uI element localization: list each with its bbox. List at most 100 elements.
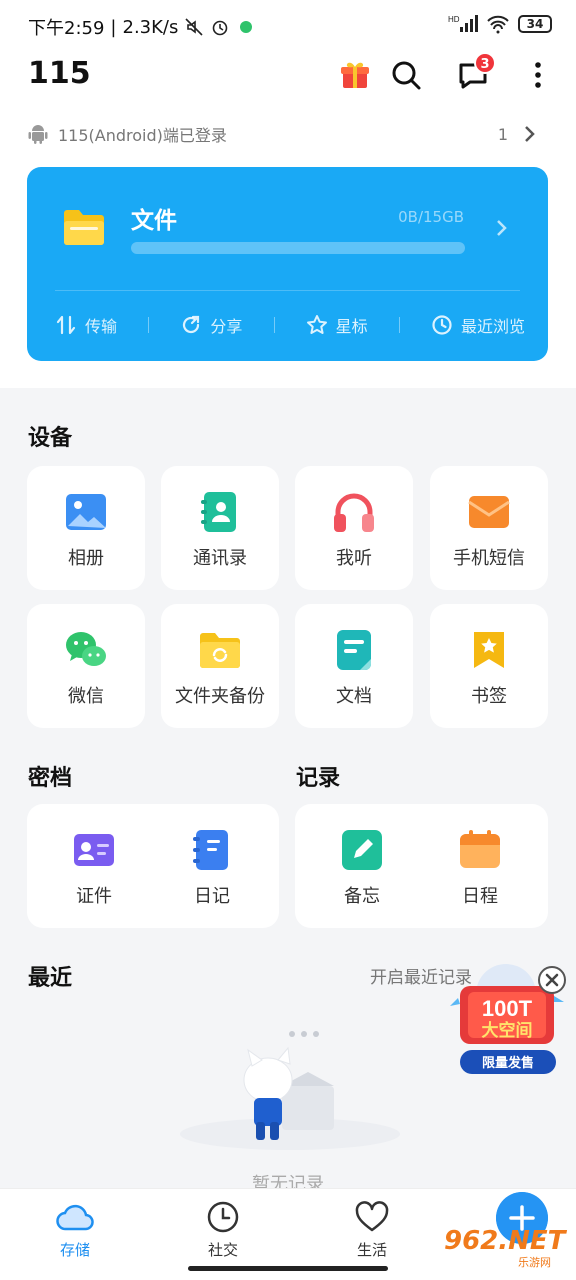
network-label: HD bbox=[448, 15, 460, 24]
tab-social-label: 社交 bbox=[207, 1241, 238, 1259]
empty-illustration bbox=[180, 1031, 400, 1150]
sms-button[interactable]: 手机短信 bbox=[430, 466, 548, 590]
action-separator bbox=[398, 317, 400, 333]
wechat-button[interactable]: 微信 bbox=[27, 604, 145, 728]
cloud-icon bbox=[56, 1204, 94, 1231]
files-quota: 0B/15GB bbox=[398, 208, 464, 226]
bookmark-icon bbox=[474, 632, 504, 668]
share-icon bbox=[183, 315, 200, 334]
watermark-sub: 乐游网 bbox=[518, 1256, 551, 1269]
transfer-label: 传输 bbox=[85, 317, 118, 336]
status-separator: | bbox=[110, 16, 117, 38]
vault-title: 密档 bbox=[28, 766, 73, 791]
sms-icon bbox=[468, 496, 510, 528]
status-right: HD 34 bbox=[448, 14, 552, 34]
id-card-button[interactable]: 证件 bbox=[35, 804, 153, 928]
album-icon bbox=[66, 494, 106, 530]
tab-life[interactable]: 生活 bbox=[327, 1199, 417, 1260]
status-net-speed: 2.3K/s bbox=[122, 16, 179, 38]
history-label: 最近浏览 bbox=[460, 317, 525, 336]
document-icon bbox=[337, 630, 371, 670]
calendar-label: 日程 bbox=[462, 886, 498, 907]
promo-subline: 大空间 bbox=[482, 1020, 533, 1041]
album-label: 相册 bbox=[68, 548, 104, 569]
wifi-icon bbox=[487, 15, 509, 34]
bookmark-button[interactable]: 书签 bbox=[430, 604, 548, 728]
album-button[interactable]: 相册 bbox=[27, 466, 145, 590]
tab-storage-label: 存储 bbox=[59, 1241, 90, 1259]
diary-button[interactable]: 日记 bbox=[153, 804, 271, 928]
heart-icon bbox=[355, 1201, 389, 1232]
folder-icon bbox=[64, 210, 104, 245]
signal-icon: HD bbox=[448, 15, 478, 32]
calendar-icon bbox=[460, 830, 500, 868]
login-device-count: 1 bbox=[497, 124, 508, 144]
alarm-icon bbox=[213, 20, 228, 36]
share-button[interactable]: 分享 bbox=[180, 313, 242, 337]
android-icon bbox=[28, 125, 48, 144]
action-separator bbox=[273, 317, 275, 333]
more-icon[interactable] bbox=[521, 58, 555, 92]
calendar-button[interactable]: 日程 bbox=[421, 804, 539, 928]
listen-label: 我听 bbox=[336, 548, 372, 569]
folder-backup-button[interactable]: 文件夹备份 bbox=[161, 604, 279, 728]
home-indicator bbox=[188, 1266, 388, 1271]
quota-bar bbox=[131, 242, 465, 254]
files-card[interactable]: 文件 0B/15GB 传输 分享 星标 最近浏览 bbox=[27, 167, 548, 361]
mute-icon bbox=[185, 18, 203, 36]
sms-label: 手机短信 bbox=[453, 548, 525, 569]
tab-social[interactable]: 社交 bbox=[178, 1199, 268, 1260]
vault-panel: 证件 日记 bbox=[27, 804, 279, 928]
transfer-button[interactable]: 传输 bbox=[55, 313, 117, 337]
star-label: 星标 bbox=[335, 317, 368, 336]
memo-label: 备忘 bbox=[344, 886, 380, 907]
files-divider bbox=[55, 290, 520, 291]
transfer-icon bbox=[56, 315, 76, 335]
contacts-label: 通讯录 bbox=[193, 548, 247, 569]
folder-backup-label: 文件夹备份 bbox=[175, 686, 265, 707]
files-title: 文件 bbox=[131, 208, 177, 234]
diary-icon bbox=[193, 830, 228, 870]
app-notification-icon bbox=[240, 21, 253, 33]
records-title: 记录 bbox=[296, 766, 341, 791]
tab-life-label: 生活 bbox=[356, 1241, 387, 1259]
promo-button-label: 限量发售 bbox=[482, 1055, 534, 1071]
gift-icon[interactable] bbox=[338, 58, 372, 92]
battery-indicator: 34 bbox=[518, 15, 552, 33]
history-icon bbox=[432, 315, 452, 335]
contacts-icon bbox=[201, 492, 236, 532]
message-badge: 3 bbox=[474, 52, 496, 74]
listen-button[interactable]: 我听 bbox=[295, 466, 413, 590]
contacts-button[interactable]: 通讯录 bbox=[161, 466, 279, 590]
files-actions: 传输 分享 星标 最近浏览 bbox=[55, 307, 525, 343]
bookmark-label: 书签 bbox=[471, 686, 507, 707]
watermark-logo: 962.NET bbox=[444, 1226, 566, 1256]
memo-button[interactable]: 备忘 bbox=[303, 804, 421, 928]
status-bar: 下午2:59 | 2.3K/s HD 34 bbox=[0, 0, 576, 52]
status-time: 下午2:59 bbox=[28, 18, 105, 39]
devices-title: 设备 bbox=[28, 426, 73, 451]
star-button[interactable]: 星标 bbox=[306, 313, 368, 337]
tab-storage[interactable]: 存储 bbox=[30, 1199, 120, 1260]
id-card-label: 证件 bbox=[76, 886, 112, 907]
history-button[interactable]: 最近浏览 bbox=[431, 313, 525, 337]
search-icon[interactable] bbox=[389, 58, 423, 92]
app-title: 115 bbox=[28, 56, 91, 91]
close-icon[interactable] bbox=[538, 966, 566, 994]
records-panel: 备忘 日程 bbox=[295, 804, 548, 928]
diary-label: 日记 bbox=[194, 886, 230, 907]
id-card-icon bbox=[74, 834, 114, 866]
share-label: 分享 bbox=[210, 317, 243, 336]
clock-icon bbox=[207, 1201, 239, 1233]
wechat-label: 微信 bbox=[68, 686, 104, 707]
memo-icon bbox=[342, 830, 382, 870]
promo-headline: 100T bbox=[482, 996, 533, 1021]
document-label: 文档 bbox=[336, 686, 372, 707]
wechat-icon bbox=[66, 632, 106, 666]
star-icon bbox=[306, 315, 327, 334]
document-button[interactable]: 文档 bbox=[295, 604, 413, 728]
login-notice[interactable]: 115(Android)端已登录 1 bbox=[28, 118, 548, 150]
status-left: 下午2:59 | 2.3K/s bbox=[28, 14, 256, 40]
login-notice-text: 115(Android)端已登录 bbox=[58, 126, 227, 145]
recent-title: 最近 bbox=[28, 966, 73, 991]
